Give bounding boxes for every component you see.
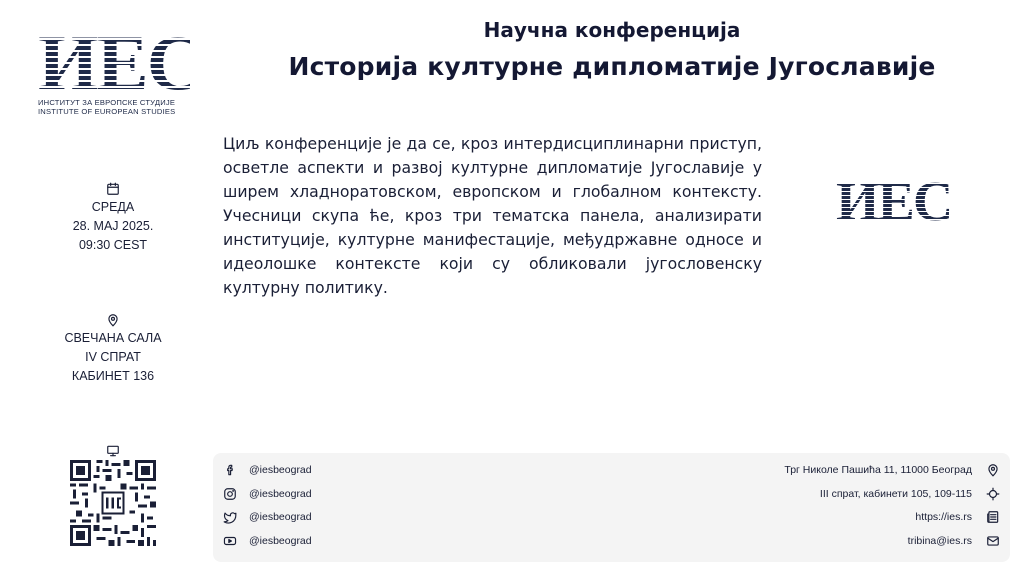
newspaper-icon: [987, 511, 999, 523]
location-pin-icon: [988, 464, 998, 477]
event-floor: IV СПРАТ: [85, 350, 141, 364]
event-kicker: Научна конференција: [483, 18, 741, 42]
social-item-youtube[interactable]: @iesbeograd: [223, 531, 312, 551]
qr-code-block: [70, 444, 156, 550]
social-handle: @iesbeograd: [249, 464, 312, 476]
event-time: 09:30 CEST: [78, 238, 148, 252]
contact-website-text[interactable]: https://ies.rs: [915, 511, 972, 523]
event-date: 28. MAJ 2025.: [72, 219, 154, 233]
footer-contact-panel: @iesbeograd @iesbeograd @iesbeograd @ies…: [213, 453, 1010, 562]
crosshair-icon: [986, 487, 1000, 501]
logo-mark: ИЕС: [38, 19, 203, 106]
youtube-icon: [223, 536, 237, 546]
institute-logo: ИЕС ИНСТИТУТ ЗА ЕВРОПСКЕ СТУДИЈЕ INSTITU…: [38, 19, 203, 117]
contact-floor-text: III спрат, кабинети 105, 109-115: [819, 488, 972, 500]
side-logo: ИЕС: [836, 171, 953, 233]
event-description: Циљ конференције је да се, кроз интердис…: [223, 134, 762, 297]
calendar-icon: [107, 182, 119, 195]
event-weekday: СРЕДА: [91, 200, 135, 214]
contact-email[interactable]: tribina@ies.rs: [908, 531, 1000, 551]
presentation-icon: [107, 445, 119, 457]
qr-code[interactable]: [70, 460, 156, 546]
social-handle: @iesbeograd: [249, 511, 312, 523]
instagram-icon: [224, 488, 236, 500]
social-item-twitter[interactable]: @iesbeograd: [223, 507, 312, 527]
event-room: КАБИНЕТ 136: [71, 369, 155, 383]
event-place-block: СВЕЧАНА САЛА IV СПРАТ КАБИНЕТ 136: [38, 313, 188, 386]
contact-email-text[interactable]: tribina@ies.rs: [908, 535, 972, 547]
contact-address: Трг Николе Пашића 11, 11000 Београд: [784, 460, 1000, 480]
social-item-instagram[interactable]: @iesbeograd: [223, 484, 312, 504]
twitter-icon: [223, 512, 237, 524]
contact-floor: III спрат, кабинети 105, 109-115: [820, 484, 1000, 504]
mail-icon: [987, 536, 999, 546]
social-handle: @iesbeograd: [249, 488, 312, 500]
contact-address-text: Трг Николе Пашића 11, 11000 Београд: [784, 464, 972, 476]
social-handle: @iesbeograd: [249, 535, 312, 547]
contact-website[interactable]: https://ies.rs: [915, 507, 1000, 527]
location-pin-icon: [108, 314, 118, 327]
social-item-facebook[interactable]: @iesbeograd: [223, 460, 312, 480]
logo-subtitle-serbian: ИНСТИТУТ ЗА ЕВРОПСКЕ СТУДИЈЕ: [38, 98, 176, 107]
facebook-icon: [227, 464, 233, 476]
logo-subtitle-english: INSTITUTE OF EUROPEAN STUDIES: [38, 107, 176, 116]
event-hall: СВЕЧАНА САЛА: [64, 331, 162, 345]
event-title: Историја културне дипломатије Југославиј…: [288, 52, 936, 81]
event-date-block: СРЕДА 28. MAJ 2025. 09:30 CEST: [38, 182, 188, 255]
